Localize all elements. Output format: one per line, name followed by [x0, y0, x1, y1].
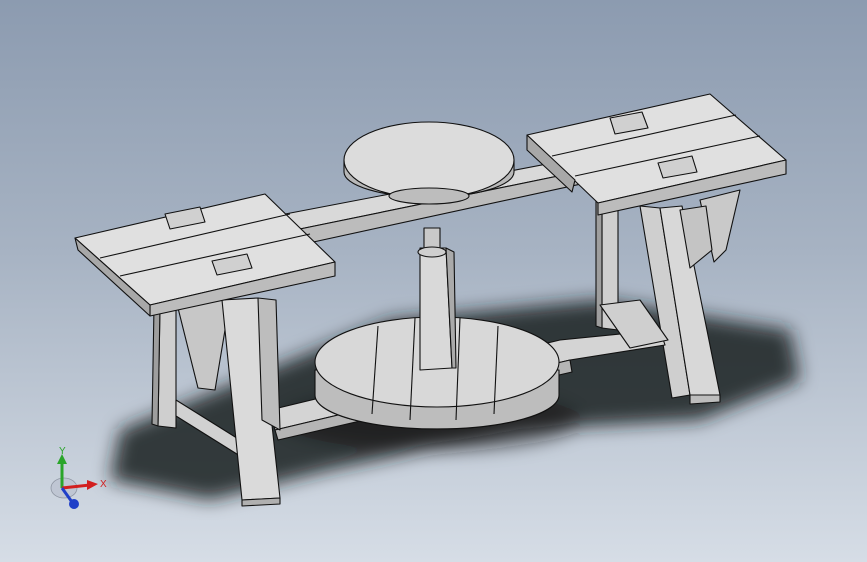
- cad-viewport[interactable]: Y X: [0, 0, 867, 562]
- right-seat-board: [526, 93, 787, 216]
- stool-column: [417, 227, 457, 371]
- coordinate-triad: Y X: [50, 446, 107, 509]
- x-axis-label: X: [100, 479, 107, 490]
- bench-with-swivel-stool-model[interactable]: [0, 0, 867, 562]
- y-axis-label: Y: [59, 446, 66, 457]
